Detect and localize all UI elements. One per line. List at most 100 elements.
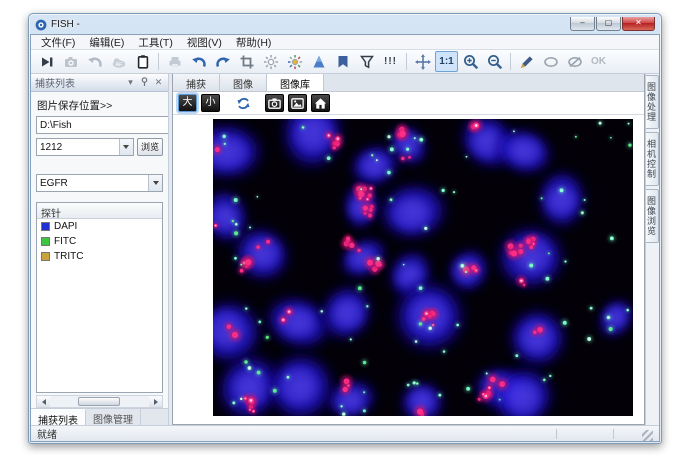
menu-tools[interactable]: 工具(T) bbox=[132, 35, 178, 50]
app-window: FISH - – ▢ ✕ 文件(F) 编辑(E) 工具(T) 视图(V) 帮助(… bbox=[28, 13, 662, 444]
scroll-left-button[interactable] bbox=[37, 396, 50, 407]
export-image-button[interactable] bbox=[288, 94, 307, 112]
probe-item-dapi[interactable]: DAPI bbox=[37, 219, 162, 234]
probe-name: TRITC bbox=[54, 251, 83, 262]
tab-image-library[interactable]: 图像库 bbox=[267, 74, 324, 91]
panel-close-icon[interactable]: ✕ bbox=[153, 77, 164, 88]
auto-focus-button[interactable]: AF bbox=[107, 51, 130, 72]
scroll-right-button[interactable] bbox=[149, 396, 162, 407]
redo-icon bbox=[215, 54, 231, 70]
tab-capture[interactable]: 捕获 bbox=[173, 74, 220, 91]
refresh-button[interactable] bbox=[234, 94, 253, 112]
confirm-ok-button[interactable]: OK bbox=[587, 51, 610, 72]
menu-view[interactable]: 视图(V) bbox=[181, 35, 228, 50]
probe-item-fitc[interactable]: FITC bbox=[37, 234, 162, 249]
new-document-button[interactable] bbox=[131, 51, 154, 72]
browse-button[interactable]: 浏览 bbox=[137, 138, 163, 156]
menu-edit[interactable]: 编辑(E) bbox=[83, 35, 130, 50]
home-icon bbox=[313, 96, 328, 111]
chevron-down-icon bbox=[123, 145, 129, 149]
status-separator bbox=[556, 429, 557, 439]
undo-button[interactable] bbox=[187, 51, 210, 72]
crop-button[interactable] bbox=[235, 51, 258, 72]
probe-name: DAPI bbox=[54, 221, 77, 232]
draw-ellipse-button[interactable] bbox=[539, 51, 562, 72]
print-button[interactable] bbox=[163, 51, 186, 72]
capture-to-gallery-button[interactable] bbox=[265, 94, 284, 112]
maximize-button[interactable]: ▢ bbox=[596, 17, 621, 31]
threshold-cone-button[interactable] bbox=[307, 51, 330, 72]
pan-move-button[interactable] bbox=[411, 51, 434, 72]
menu-help[interactable]: 帮助(H) bbox=[230, 35, 278, 50]
scrollbar-track[interactable] bbox=[50, 396, 149, 407]
draw-pen-button[interactable] bbox=[515, 51, 538, 72]
brightness-button[interactable] bbox=[259, 51, 282, 72]
tab-image-management[interactable]: 图像管理 bbox=[86, 409, 141, 425]
save-path-input[interactable] bbox=[36, 116, 168, 134]
right-tab-strip: 图像处理 相机控制 图像浏览 bbox=[645, 74, 659, 425]
status-bar: 就绪 bbox=[31, 425, 659, 441]
capture-list-panel: 捕获列表 ▾ ✕ 图片保存位置>> ... 1212 bbox=[31, 74, 169, 425]
brightness-icon bbox=[263, 54, 279, 70]
image-viewport bbox=[173, 115, 644, 424]
zoom-in-button[interactable] bbox=[459, 51, 482, 72]
view-large-button[interactable]: 大 bbox=[178, 94, 197, 112]
probe-name: FITC bbox=[54, 236, 76, 247]
folder-combo-arrow[interactable] bbox=[119, 139, 133, 155]
auto-focus-cloud-icon: AF bbox=[111, 54, 127, 70]
tab-image-browse[interactable]: 图像浏览 bbox=[646, 189, 659, 243]
probe-list: 探针 DAPI FITC TRITC bbox=[36, 202, 163, 393]
new-document-icon bbox=[135, 54, 151, 70]
actual-size-button[interactable]: 1:1 bbox=[435, 51, 458, 72]
toolbar-separator bbox=[158, 53, 159, 70]
arrow-left-icon bbox=[42, 399, 46, 405]
capture-camera-button[interactable] bbox=[59, 51, 82, 72]
arrow-right-icon bbox=[154, 399, 158, 405]
step-forward-button[interactable] bbox=[35, 51, 58, 72]
ellipse-icon bbox=[543, 54, 559, 70]
toolbar-separator bbox=[510, 53, 511, 70]
resize-grip[interactable] bbox=[642, 430, 653, 441]
menu-file[interactable]: 文件(F) bbox=[35, 35, 81, 50]
minimize-button[interactable]: – bbox=[570, 17, 595, 31]
probe-item-tritc[interactable]: TRITC bbox=[37, 249, 162, 264]
pin-icon bbox=[140, 77, 149, 86]
view-small-label: 小 bbox=[206, 98, 216, 108]
tab-capture-list[interactable]: 捕获列表 bbox=[31, 409, 86, 425]
panel-bottom-tabs: 捕获列表 图像管理 bbox=[31, 408, 168, 425]
close-button[interactable]: ✕ bbox=[622, 17, 655, 31]
color-adjust-button[interactable] bbox=[283, 51, 306, 72]
image-export-icon bbox=[290, 96, 305, 111]
toolbar-separator bbox=[406, 53, 407, 70]
tab-image-processing[interactable]: 图像处理 bbox=[646, 75, 659, 129]
dapi-color-swatch bbox=[41, 222, 50, 231]
fluorescence-image-canvas[interactable] bbox=[213, 119, 633, 416]
panel-title: 捕获列表 bbox=[35, 75, 122, 90]
cone-icon bbox=[311, 54, 327, 70]
folder-combo-value: 1212 bbox=[37, 142, 119, 153]
panel-pin-icon[interactable] bbox=[139, 77, 150, 88]
refresh-icon bbox=[236, 96, 251, 111]
scrollbar-thumb[interactable] bbox=[78, 397, 120, 406]
image-toolbar: 大 小 bbox=[173, 92, 644, 115]
horizontal-scrollbar[interactable] bbox=[36, 395, 163, 408]
panel-header: 捕获列表 ▾ ✕ bbox=[31, 74, 168, 92]
folder-combo[interactable]: 1212 bbox=[36, 138, 134, 156]
move-icon bbox=[415, 54, 431, 70]
gene-combo[interactable]: EGFR bbox=[36, 174, 163, 192]
panel-menu-chevron-icon[interactable]: ▾ bbox=[125, 77, 136, 88]
warnings-button[interactable]: !!! bbox=[379, 51, 402, 72]
view-small-button[interactable]: 小 bbox=[201, 94, 220, 112]
filter-funnel-button[interactable] bbox=[355, 51, 378, 72]
undo-icon bbox=[191, 54, 207, 70]
zoom-out-button[interactable] bbox=[483, 51, 506, 72]
window-title: FISH - bbox=[51, 19, 80, 30]
undo-disabled-button[interactable] bbox=[83, 51, 106, 72]
tab-camera-control[interactable]: 相机控制 bbox=[646, 132, 659, 186]
erase-ellipse-button[interactable] bbox=[563, 51, 586, 72]
redo-button[interactable] bbox=[211, 51, 234, 72]
tab-image[interactable]: 图像 bbox=[220, 74, 267, 91]
bookmark-button[interactable] bbox=[331, 51, 354, 72]
home-gallery-button[interactable] bbox=[311, 94, 330, 112]
gene-combo-arrow[interactable] bbox=[148, 175, 162, 191]
